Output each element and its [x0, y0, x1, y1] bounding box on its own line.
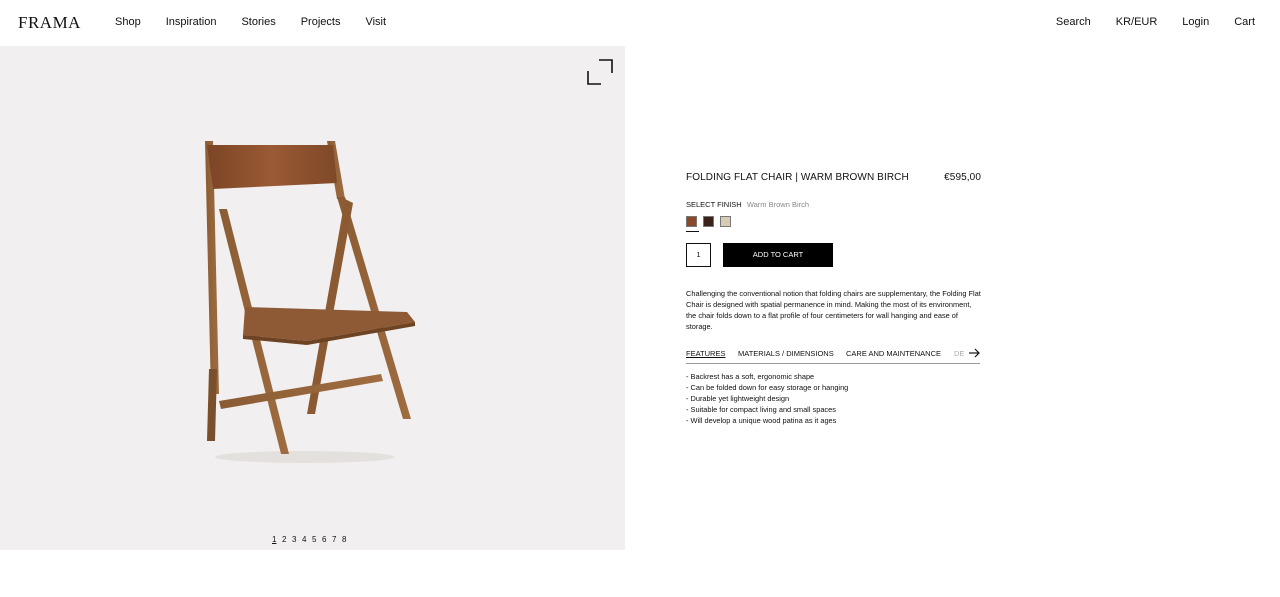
login-link[interactable]: Login [1182, 16, 1209, 28]
feature-item: - Will develop a unique wood patina as i… [686, 416, 837, 426]
add-to-cart-button[interactable]: ADD TO CART [723, 243, 833, 267]
feature-item: - Durable yet lightweight design [686, 394, 790, 404]
utility-nav: Search KR/EUR Login Cart [1031, 16, 1255, 28]
chair-image [205, 141, 415, 463]
nav-shop[interactable]: Shop [115, 16, 141, 28]
nav-visit[interactable]: Visit [365, 16, 386, 28]
swatch-dark[interactable] [703, 216, 714, 227]
cart-row: 1 ADD TO CART [686, 243, 981, 267]
page-7[interactable]: 7 [332, 535, 342, 544]
title-row: FOLDING FLAT CHAIR | WARM BROWN BIRCH €5… [686, 172, 981, 183]
gallery-pager: 1 2 3 4 5 6 7 8 [272, 535, 352, 544]
product-panel: FOLDING FLAT CHAIR | WARM BROWN BIRCH €5… [686, 172, 981, 426]
tab-materials[interactable]: MATERIALS / DIMENSIONS [738, 349, 834, 358]
cart-link[interactable]: Cart [1234, 16, 1255, 28]
info-tabs: FEATURES MATERIALS / DIMENSIONS CARE AND… [686, 346, 980, 364]
tab-delivery[interactable]: DE [954, 349, 968, 358]
finish-selector: SELECT FINISH Warm Brown Birch [686, 200, 981, 209]
page-1[interactable]: 1 [272, 535, 282, 544]
features-list: - Backrest has a soft, ergonomic shape -… [686, 371, 981, 426]
nav-projects[interactable]: Projects [301, 16, 341, 28]
product-title: FOLDING FLAT CHAIR | WARM BROWN BIRCH [686, 172, 909, 183]
feature-item: - Can be folded down for easy storage or… [686, 383, 849, 393]
currency-link[interactable]: KR/EUR [1116, 16, 1158, 28]
nav-inspiration[interactable]: Inspiration [166, 16, 217, 28]
expand-icon[interactable] [587, 59, 613, 85]
swatch-warm-brown[interactable] [686, 216, 699, 232]
page-3[interactable]: 3 [292, 535, 302, 544]
search-link[interactable]: Search [1056, 16, 1091, 28]
product-description: Challenging the conventional notion that… [686, 289, 981, 331]
swatch-light[interactable] [720, 216, 731, 227]
finish-swatches [686, 216, 981, 232]
page-2[interactable]: 2 [282, 535, 292, 544]
product-gallery[interactable]: 1 2 3 4 5 6 7 8 [0, 46, 625, 550]
finish-label: SELECT FINISH [686, 200, 742, 209]
page-4[interactable]: 4 [302, 535, 312, 544]
page-5[interactable]: 5 [312, 535, 322, 544]
feature-item: - Suitable for compact living and small … [686, 405, 836, 415]
logo[interactable]: FRAMA [18, 13, 81, 33]
finish-value: Warm Brown Birch [746, 200, 810, 209]
tab-features[interactable]: FEATURES [686, 349, 725, 358]
page-6[interactable]: 6 [322, 535, 332, 544]
product-price: €595,00 [944, 172, 981, 183]
main-nav: Shop Inspiration Stories Projects Visit [115, 16, 411, 28]
quantity-input[interactable]: 1 [686, 243, 711, 267]
tab-care[interactable]: CARE AND MAINTENANCE [846, 349, 941, 358]
feature-item: - Backrest has a soft, ergonomic shape [686, 372, 815, 381]
arrow-right-icon[interactable] [968, 347, 980, 359]
site-header: FRAMA Shop Inspiration Stories Projects … [0, 0, 1280, 46]
page-8[interactable]: 8 [342, 535, 352, 544]
nav-stories[interactable]: Stories [241, 16, 275, 28]
